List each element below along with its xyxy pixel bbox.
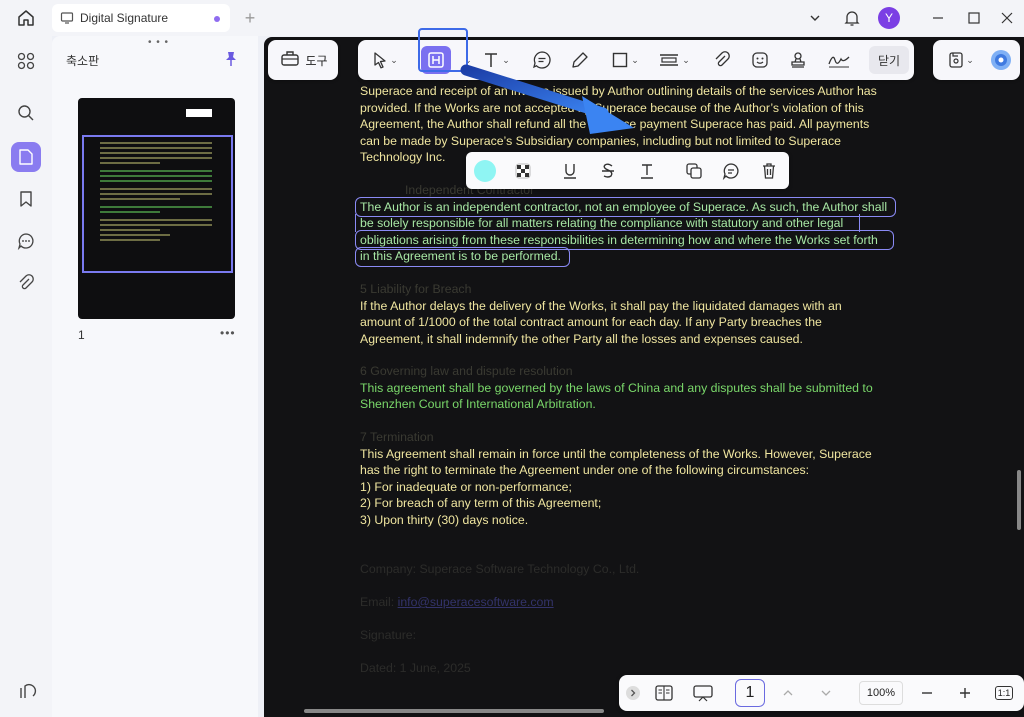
zoom-out-icon[interactable] — [917, 681, 937, 705]
reading-mode-icon[interactable] — [653, 681, 675, 705]
expand-icon[interactable] — [625, 681, 641, 705]
highlight-tool-callout-box — [418, 28, 468, 72]
pen-tool-button[interactable] — [566, 46, 594, 74]
doc-line: Agreement, it shall indemnify the other … — [360, 331, 803, 346]
bottom-navigation-bar: 1:1 — [619, 675, 1024, 711]
dated-line: Dated: 1 June, 2025 — [360, 661, 471, 675]
pages-icon[interactable] — [11, 142, 41, 172]
signature-line: Signature: — [360, 628, 417, 642]
more-options-icon[interactable]: ••• — [220, 326, 236, 340]
document-tab[interactable]: Digital Signature — [52, 4, 230, 32]
measure-tool-button[interactable]: ⌄ — [654, 46, 694, 74]
strikethrough-icon[interactable] — [597, 160, 619, 182]
highlight-color-swatch[interactable] — [474, 160, 496, 182]
maximize-icon[interactable] — [960, 6, 988, 30]
chevron-down-icon: ⌄ — [390, 54, 398, 65]
doc-line: If the Author delays the delivery of the… — [360, 298, 842, 313]
squiggly-text-icon[interactable] — [636, 160, 658, 182]
doc-line: amount of 1/1000 of the total contract a… — [360, 315, 822, 329]
comment-icon[interactable] — [11, 226, 41, 256]
zoom-level[interactable]: 100% — [859, 681, 903, 705]
doc-line: has the right to terminate the Agreement… — [360, 463, 810, 477]
tools-group: 도구 — [268, 40, 338, 80]
doc-line: Technology Inc. — [360, 150, 446, 164]
tools-button[interactable]: 도구 — [276, 46, 332, 74]
horizontal-scrollbar[interactable] — [304, 709, 604, 713]
save-button[interactable]: ⌄ — [943, 46, 979, 74]
tools-label: 도구 — [305, 53, 328, 68]
next-page-icon[interactable] — [817, 681, 835, 705]
thumbnail-highlight-box — [82, 135, 233, 273]
doc-line: Agreement, the Author shall refund all t… — [360, 117, 870, 131]
shape-tool-button[interactable]: ⌄ — [606, 46, 644, 74]
thumbnail-panel: • • • 축소판 1 ••• — [52, 36, 258, 717]
notification-bell-icon[interactable] — [838, 6, 866, 30]
sticker-tool-button[interactable] — [746, 46, 774, 74]
actual-size-button[interactable]: 1:1 — [993, 681, 1015, 705]
pin-icon[interactable] — [222, 50, 240, 68]
vertical-scrollbar[interactable] — [1017, 470, 1021, 530]
ai-assistant-icon[interactable] — [989, 46, 1013, 74]
add-comment-icon[interactable] — [720, 160, 742, 182]
underline-icon[interactable] — [559, 160, 581, 182]
presentation-icon[interactable] — [691, 681, 715, 705]
close-window-icon[interactable] — [993, 6, 1021, 30]
title-bar: Digital Signature + Y — [0, 0, 1024, 36]
actual-size-label: 1:1 — [994, 686, 1014, 700]
email-link[interactable]: info@superacesoftware.com — [398, 595, 554, 609]
thumbnail-panel-title: 축소판 — [66, 54, 100, 68]
thumbnail-logo — [186, 109, 212, 117]
email-line: Email: info@superacesoftware.com — [360, 594, 554, 611]
delete-icon[interactable] — [758, 160, 780, 182]
attachment-icon[interactable] — [11, 268, 41, 298]
select-tool-button[interactable]: ⌄ — [366, 46, 404, 74]
save-group: ⌄ — [933, 40, 1020, 80]
doc-line: 1) For inadequate or non-performance; — [360, 479, 572, 494]
doc-line-green: Shenzhen Court of International Arbitrat… — [360, 397, 596, 411]
page-number-input[interactable]: 1 — [735, 679, 765, 707]
doc-heading: 5 Liability for Breach — [360, 282, 472, 296]
doc-line: Superace and receipt of an invoice issue… — [360, 84, 877, 98]
doc-heading: 7 Termination — [360, 430, 434, 444]
copy-icon[interactable] — [683, 160, 705, 182]
comment-tool-button[interactable] — [528, 46, 556, 74]
page-thumbnail[interactable] — [78, 98, 235, 319]
attach-tool-button[interactable] — [708, 46, 736, 74]
doc-heading: 6 Governing law and dispute resolution — [360, 364, 573, 378]
search-icon[interactable] — [11, 98, 41, 128]
home-icon[interactable] — [12, 6, 40, 30]
opacity-icon[interactable] — [512, 160, 534, 182]
new-tab-button[interactable]: + — [240, 8, 260, 28]
doc-line: 3) Upon thirty (30) days notice. — [360, 512, 529, 527]
bookmark-icon[interactable] — [11, 184, 41, 214]
avatar[interactable]: Y — [878, 7, 900, 29]
text-tool-button[interactable]: ⌄ — [476, 46, 516, 74]
doc-line-green: This agreement shall be governed by the … — [360, 380, 873, 395]
grid-icon[interactable] — [11, 46, 41, 76]
resize-grip[interactable]: • • • — [148, 37, 169, 48]
stamp-tool-button[interactable] — [784, 46, 812, 74]
thumbnail-page-number: 1 — [78, 328, 85, 342]
close-annotation-button[interactable]: 닫기 — [869, 46, 909, 74]
doc-line: can be made by Superace’s Subsidiary com… — [360, 133, 842, 148]
doc-line: This Agreement shall remain in force unt… — [360, 446, 872, 461]
document-icon — [60, 11, 74, 25]
email-label: Email: — [360, 595, 398, 609]
minimize-icon[interactable] — [924, 6, 952, 30]
toolbox-icon — [280, 49, 300, 72]
sidebar-toggle-icon[interactable] — [17, 682, 39, 704]
highlight-selection-box — [355, 247, 570, 267]
tab-title: Digital Signature — [80, 11, 169, 25]
chevron-down-icon[interactable] — [801, 6, 829, 30]
unsaved-dot — [214, 16, 220, 22]
left-rail — [0, 36, 52, 717]
previous-page-icon[interactable] — [779, 681, 797, 705]
zoom-in-icon[interactable] — [955, 681, 975, 705]
company-line: Company: Superace Software Technology Co… — [360, 562, 640, 576]
signature-tool-button[interactable] — [822, 46, 856, 74]
doc-line: 2) For breach of any term of this Agreem… — [360, 496, 602, 510]
doc-line: provided. If the Works are not accepted … — [360, 100, 864, 115]
